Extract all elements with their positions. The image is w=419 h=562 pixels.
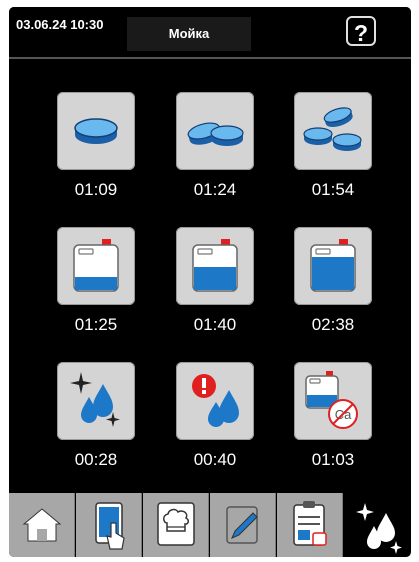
tab-recipes[interactable] (143, 493, 209, 557)
program-time: 00:28 (74, 450, 118, 469)
program-tile[interactable] (294, 227, 372, 305)
touch-screen-icon (95, 502, 125, 550)
canister-no-calcium-icon: Ca (305, 371, 358, 429)
program-tile[interactable] (176, 92, 254, 170)
tab-home[interactable] (9, 493, 75, 557)
edit-icon (226, 506, 258, 544)
alert-drops-icon (192, 374, 239, 427)
program-time: 01:25 (74, 315, 118, 334)
home-icon (22, 508, 62, 542)
program-time: 01:09 (74, 180, 118, 199)
cleaning-drops-icon (356, 503, 402, 554)
sparkle-drops-icon (70, 372, 120, 427)
canister-high-level-icon (310, 239, 356, 292)
program-time: 00:40 (193, 450, 237, 469)
clipboard-icon (293, 501, 327, 546)
program-tile[interactable] (294, 92, 372, 170)
program-tile[interactable] (57, 362, 135, 440)
program-time: 01:54 (311, 180, 355, 199)
program-tile[interactable]: Ca (294, 362, 372, 440)
tab-touch[interactable] (76, 493, 142, 557)
program-tile[interactable] (57, 227, 135, 305)
bottom-tab-bar (9, 493, 411, 557)
program-time: 01:24 (193, 180, 237, 199)
tab-edit[interactable] (210, 493, 276, 557)
device-screen: 03.06.24 10:30 Мойка ? 01:09 01:24 01:54… (9, 7, 411, 557)
program-time: 01:40 (193, 315, 237, 334)
chef-hat-icon (157, 502, 195, 546)
title-box: Мойка (127, 17, 251, 51)
three-tablets-icon (303, 107, 362, 151)
program-tile[interactable] (176, 362, 254, 440)
canister-medium-level-icon (192, 239, 238, 292)
header-divider (9, 57, 411, 59)
help-icon: ? (353, 20, 369, 46)
tab-checklist[interactable] (277, 493, 343, 557)
datetime: 03.06.24 10:30 (16, 17, 104, 32)
program-time: 01:03 (311, 450, 355, 469)
program-tile[interactable] (57, 92, 135, 170)
tab-cleaning[interactable] (344, 493, 410, 557)
one-tablet-icon (74, 118, 118, 144)
two-tablets-icon (187, 122, 244, 146)
program-time: 02:38 (311, 315, 355, 334)
page-title: Мойка (168, 26, 210, 41)
header: 03.06.24 10:30 Мойка ? (9, 7, 411, 57)
canister-low-level-icon (73, 239, 119, 292)
help-button[interactable]: ? (346, 16, 376, 46)
program-tile[interactable] (176, 227, 254, 305)
